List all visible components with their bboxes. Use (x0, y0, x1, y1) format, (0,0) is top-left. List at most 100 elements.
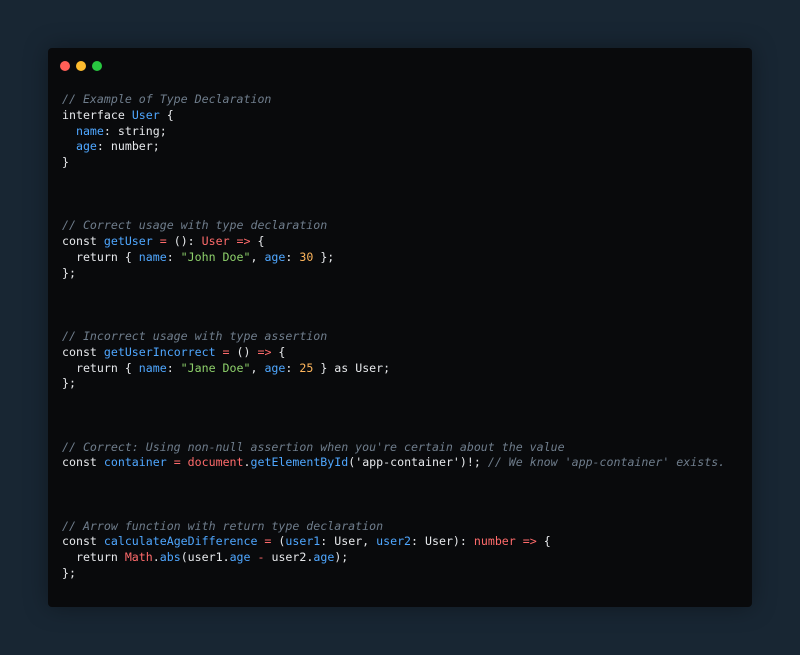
code-block: // Example of Type Declaration interface … (62, 92, 725, 582)
code-token: ('app-container')!; (348, 455, 488, 470)
code-token: age (313, 550, 335, 565)
code-token: // Incorrect usage with type assertion (62, 328, 328, 343)
code-token: { (543, 534, 551, 549)
code-token: }; (62, 565, 76, 580)
code-token: User (131, 107, 160, 122)
code-line: const getUser = (): User => { (62, 234, 725, 250)
code-token: name (138, 360, 167, 375)
code-token: }; (313, 249, 335, 264)
code-token: number (473, 534, 516, 549)
code-token: : number; (96, 139, 160, 154)
code-line: return { name: "Jane Doe", age: 25 } as … (62, 361, 725, 377)
minimize-dot-icon[interactable] (76, 61, 86, 71)
code-line: return Math.abs(user1.age - user2.age); (62, 550, 725, 566)
code-token: calculateAgeDifference (103, 534, 258, 549)
code-token: age (75, 139, 97, 154)
code-token: . (243, 455, 251, 470)
code-token: => (257, 344, 272, 359)
code-line: const container = document.getElementByI… (62, 455, 725, 471)
code-token: // Arrow function with return type decla… (62, 518, 384, 533)
code-token: document (187, 455, 244, 470)
code-token: // Example of Type Declaration (62, 92, 272, 106)
code-line: // Arrow function with return type decla… (62, 519, 725, 535)
code-token: // Correct: Using non-null assertion whe… (62, 439, 565, 454)
maximize-dot-icon[interactable] (92, 61, 102, 71)
code-token: = (152, 234, 174, 249)
code-token: return { (62, 249, 139, 264)
code-token: abs (159, 550, 181, 565)
code-token: { (257, 234, 265, 249)
code-token: Math (124, 550, 153, 565)
code-line: }; (62, 266, 725, 282)
close-dot-icon[interactable] (60, 61, 70, 71)
code-line: return { name: "John Doe", age: 30 }; (62, 250, 725, 266)
code-token: user1 (285, 534, 321, 549)
code-token: : User): (411, 534, 474, 549)
code-token: name (75, 123, 104, 138)
code-token: : (285, 249, 300, 264)
code-token: } as User; (313, 360, 391, 375)
code-line: } (62, 155, 725, 171)
code-token: (user1. (180, 550, 230, 565)
code-token: { (271, 344, 286, 359)
code-token: age (229, 550, 251, 565)
code-token: name (138, 249, 167, 264)
code-token: : string; (103, 123, 167, 138)
code-token: interface (62, 107, 132, 122)
code-line: // Incorrect usage with type assertion (62, 329, 725, 345)
code-line: }; (62, 376, 725, 392)
code-token: { (159, 107, 174, 122)
code-token: () (236, 344, 258, 359)
code-token: ); (334, 550, 349, 565)
code-token: "Jane Doe" (180, 360, 251, 375)
code-line: const calculateAgeDifference = (user1: U… (62, 534, 725, 550)
code-window: // Example of Type Declaration interface … (48, 48, 752, 607)
code-token: => (515, 534, 544, 549)
code-token: const (62, 344, 104, 359)
code-token: const (62, 234, 104, 249)
code-token: // Correct usage with type declaration (62, 218, 328, 233)
code-token: 25 (299, 360, 314, 375)
code-token: return { (62, 360, 139, 375)
code-token: = (166, 455, 188, 470)
code-token: => (229, 234, 258, 249)
code-token: User (201, 234, 230, 249)
code-token: }; (62, 376, 76, 391)
code-token: age (264, 360, 286, 375)
code-token: = (215, 344, 237, 359)
code-line: // Example of Type Declaration (62, 92, 725, 108)
code-line: name: string; (62, 124, 725, 140)
code-token: }; (62, 265, 76, 280)
code-token: , (250, 249, 265, 264)
code-line: interface User { (62, 108, 725, 124)
code-token: const (62, 534, 104, 549)
code-token: : (166, 360, 181, 375)
code-token: 30 (299, 249, 314, 264)
code-token: : User, (320, 534, 377, 549)
window-controls (60, 61, 102, 71)
code-token: return (62, 550, 125, 565)
code-token: : (166, 249, 181, 264)
code-line: // Correct usage with type declaration (62, 218, 725, 234)
code-token: getUser (103, 234, 153, 249)
code-line: // Correct: Using non-null assertion whe… (62, 440, 725, 456)
code-token: : (285, 360, 300, 375)
code-token: - (250, 550, 272, 565)
code-token: getUserIncorrect (103, 344, 216, 359)
code-token: getElementById (250, 455, 349, 470)
code-line: age: number; (62, 139, 725, 155)
